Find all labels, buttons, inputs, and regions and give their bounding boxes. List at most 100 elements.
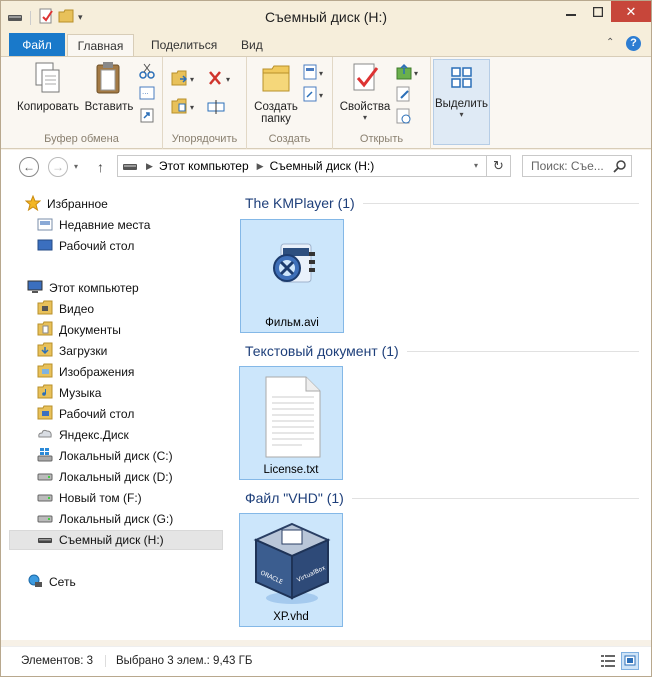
nav-this-pc[interactable]: Этот компьютер [27, 278, 221, 298]
nav-downloads[interactable]: Загрузки [37, 341, 221, 361]
tab-file[interactable]: Файл [9, 33, 65, 57]
nav-drive-f-label: Новый том (F:) [59, 491, 142, 505]
file-tile-film[interactable]: Фильм.avi [240, 219, 344, 333]
nav-documents[interactable]: Документы [37, 320, 221, 340]
nav-drive-g[interactable]: Локальный диск (G:) [37, 509, 221, 529]
copy-button[interactable]: Копировать [15, 61, 81, 113]
up-button[interactable]: ↑ [97, 159, 104, 175]
large-icons-view-button[interactable] [621, 652, 639, 670]
group-header-text-document[interactable]: Текстовый документ (1) [245, 343, 639, 359]
properties-button[interactable]: Свойства ▾ [337, 61, 393, 122]
pictures-folder-icon [37, 363, 53, 382]
downloads-folder-icon [37, 342, 53, 361]
nav-drive-h-label: Съемный диск (H:) [59, 533, 164, 547]
minimize-button[interactable] [557, 1, 585, 22]
back-button[interactable]: ← [19, 157, 39, 177]
copy-path-icon[interactable]: ··· [139, 85, 155, 104]
paste-shortcut-icon[interactable] [139, 107, 155, 126]
ribbon: Копировать Вставить ··· Буфер обмена ▾ ▾… [1, 56, 651, 149]
nav-pictures[interactable]: Изображения [37, 362, 221, 382]
address-dropdown-icon[interactable]: ▾ [474, 161, 478, 170]
breadcrumb-removable-disk[interactable]: Съемный диск (H:) [270, 159, 375, 173]
create-group: Создать папку ▾ ▾ Создать [247, 57, 333, 149]
help-icon[interactable]: ? [626, 36, 641, 51]
nav-music[interactable]: Музыка [37, 383, 221, 403]
nav-recent-places-label: Недавние места [59, 218, 151, 232]
window-title: Съемный диск (H:) [264, 9, 388, 25]
close-button[interactable]: ✕ [611, 1, 651, 22]
status-bar: Элементов: 3 Выбрано 3 элем.: 9,43 ГБ [1, 646, 651, 676]
file-tile-license[interactable]: License.txt [239, 366, 343, 480]
new-item-icon[interactable]: ▾ [303, 63, 329, 84]
chevron-right-icon[interactable]: ▶ [146, 161, 153, 172]
nav-music-label: Музыка [59, 386, 102, 400]
open-icon[interactable]: ▾ [395, 63, 423, 84]
nav-network[interactable]: Сеть [27, 572, 221, 592]
nav-desktop-pc-label: Рабочий стол [59, 407, 135, 421]
nav-yandex-disk-label: Яндекс.Диск [59, 428, 129, 442]
clipboard-group-label: Буфер обмена [44, 133, 119, 145]
arrow-left-icon: ← [23, 160, 35, 174]
network-icon [27, 573, 43, 592]
videos-folder-icon [37, 300, 53, 319]
nav-yandex-disk[interactable]: Яндекс.Диск [37, 425, 221, 445]
nav-recent-places[interactable]: Недавние места [37, 215, 221, 235]
maximize-button[interactable] [585, 1, 611, 22]
history-icon[interactable] [395, 107, 413, 128]
file-name-film: Фильм.avi [265, 317, 319, 329]
delete-icon[interactable]: ▾ [207, 69, 235, 90]
properties-label: Свойства [339, 101, 391, 113]
navigation-bar: ← → ▾ ↑ ▶ Этот компьютер ▶ Съемный диск … [1, 150, 651, 186]
ribbon-collapse-icon[interactable]: ⌃ [606, 37, 614, 48]
paste-label: Вставить [84, 101, 134, 113]
svg-text:▾: ▾ [190, 75, 194, 84]
nav-favorites[interactable]: Избранное [24, 194, 221, 214]
nav-drive-c[interactable]: Локальный диск (C:) [37, 446, 221, 466]
nav-drive-d[interactable]: Локальный диск (D:) [37, 467, 221, 487]
recent-locations-dropdown[interactable]: ▾ [74, 162, 78, 171]
new-folder-label-2: папку [261, 113, 291, 125]
file-tile-xp-vhd[interactable]: ORACLE VirtualBox XP.vhd [239, 513, 343, 627]
search-input[interactable]: Поиск: Съе... [522, 155, 632, 177]
new-folder-label-1: Создать [254, 101, 298, 113]
nav-pictures-label: Изображения [59, 365, 135, 379]
group-header-kmplayer[interactable]: The KMPlayer (1) [245, 195, 639, 211]
status-item-count: Элементов: 3 [21, 655, 94, 667]
group-divider [406, 350, 639, 352]
breadcrumb-this-pc[interactable]: Этот компьютер [159, 159, 249, 173]
rename-icon[interactable] [207, 99, 225, 118]
search-icon[interactable] [613, 159, 627, 176]
paste-button[interactable]: Вставить [83, 61, 135, 113]
tab-view[interactable]: Вид [229, 34, 275, 57]
nav-drive-f[interactable]: Новый том (F:) [37, 488, 221, 508]
arrow-right-icon: → [52, 160, 64, 174]
nav-this-pc-label: Этот компьютер [49, 281, 139, 295]
address-bar[interactable]: ▶ Этот компьютер ▶ Съемный диск (H:) ▾ [117, 155, 487, 177]
nav-desktop[interactable]: Рабочий стол [37, 236, 221, 256]
forward-button[interactable]: → [48, 157, 68, 177]
details-view-button[interactable] [599, 652, 617, 670]
tab-home[interactable]: Главная [67, 34, 134, 57]
file-name-license: License.txt [263, 464, 319, 476]
tab-share[interactable]: Поделиться [139, 34, 229, 57]
edit-icon[interactable] [395, 85, 413, 106]
select-button[interactable]: Выделить ▾ [434, 64, 489, 119]
copy-label: Копировать [17, 101, 79, 113]
cut-icon[interactable] [139, 63, 155, 82]
file-name-xp-vhd: XP.vhd [273, 611, 309, 623]
group-header-vhd[interactable]: Файл "VHD" (1) [245, 490, 639, 506]
nav-desktop-pc[interactable]: Рабочий стол [37, 404, 221, 424]
move-to-icon[interactable]: ▾ [171, 69, 197, 90]
recent-places-icon [37, 216, 53, 235]
content-area: Избранное Недавние места Рабочий стол Эт… [1, 186, 651, 640]
nav-drive-d-label: Локальный диск (D:) [59, 470, 173, 484]
copy-to-icon[interactable]: ▾ [171, 97, 197, 118]
svg-text:▾: ▾ [319, 91, 323, 100]
nav-videos[interactable]: Видео [37, 299, 221, 319]
chevron-right-icon[interactable]: ▶ [257, 161, 264, 172]
refresh-button[interactable]: ↻ [487, 155, 511, 177]
nav-drive-h[interactable]: Съемный диск (H:) [9, 530, 223, 550]
new-folder-button[interactable]: Создать папку [251, 61, 301, 125]
select-group[interactable]: Выделить ▾ [433, 59, 490, 145]
easy-access-icon[interactable]: ▾ [303, 85, 329, 106]
